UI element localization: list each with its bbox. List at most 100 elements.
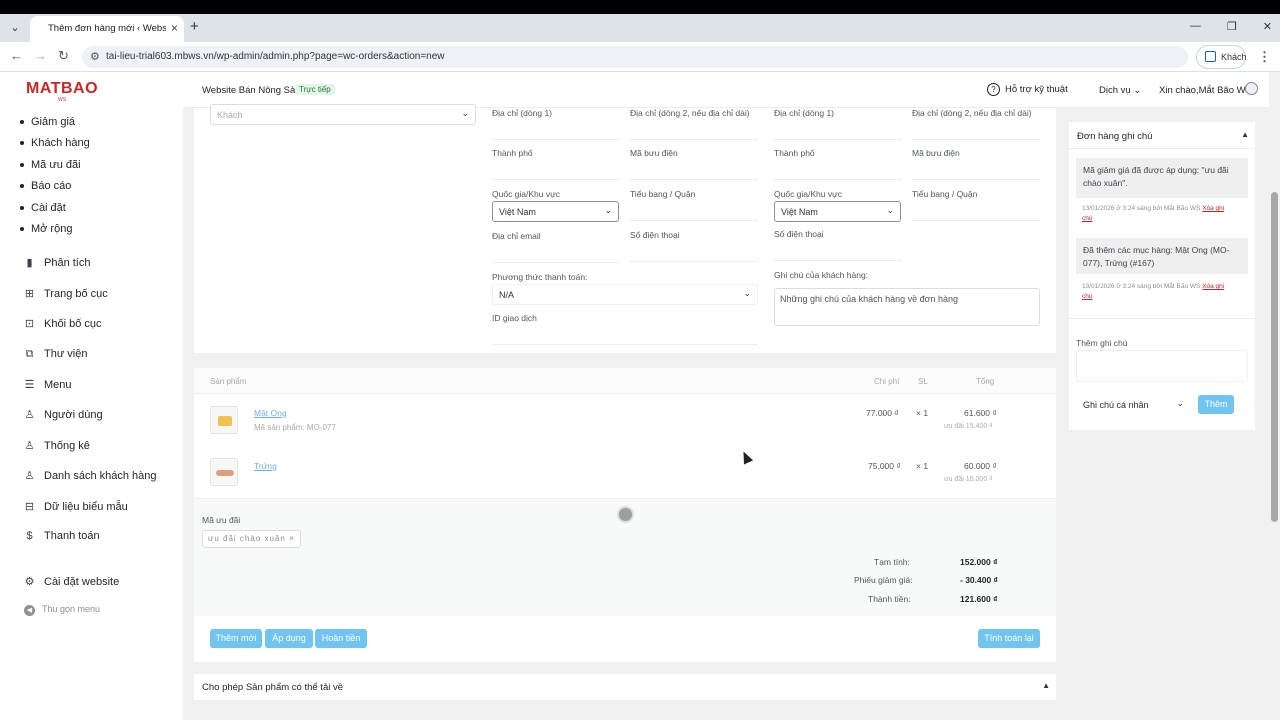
collapse-label: Thu gọn menu	[42, 604, 101, 614]
back-icon[interactable]: ←	[10, 49, 23, 63]
honey-image	[218, 416, 232, 426]
sidebar-item-label: Menu	[44, 379, 72, 391]
browser-menu-icon[interactable]: ⋮	[1258, 49, 1271, 65]
window-close-icon[interactable]: ✕	[1263, 20, 1272, 33]
help-icon: ?	[987, 83, 1000, 96]
sidebar-item-layout-pages[interactable]: ⊞ Trang bố cục	[23, 287, 108, 300]
product-link[interactable]: Mật Ong	[254, 408, 287, 418]
note-type-select[interactable]: Ghi chú cá nhân ⌄	[1076, 394, 1191, 415]
sidebar-item-stats[interactable]: ♙ Thống kê	[23, 439, 90, 452]
bullet-icon	[20, 227, 24, 232]
item-cost: 77.000 ₫	[866, 408, 899, 418]
avatar[interactable]	[1245, 82, 1258, 95]
billing-state-input[interactable]	[630, 203, 758, 221]
shipping-postcode-input[interactable]	[912, 162, 1040, 180]
maximize-icon[interactable]: ❐	[1227, 20, 1237, 33]
customer-note-textarea[interactable]: Những ghi chú của khách hàng về đơn hàng	[774, 288, 1040, 326]
shipping-country-select[interactable]: Việt Nam ⌄	[774, 201, 901, 222]
stats-icon: ♙	[24, 440, 35, 452]
item-qty: × 1	[916, 461, 929, 471]
collapse-icon: ◀	[24, 605, 35, 616]
billing-city-input[interactable]	[492, 162, 620, 180]
shipping-address2-input[interactable]	[912, 122, 1040, 140]
help-menu[interactable]: ? Hỗ trợ kỹ thuật	[987, 83, 1068, 96]
transaction-id-input[interactable]	[492, 327, 758, 345]
guest-profile-button[interactable]: Khách	[1196, 45, 1247, 69]
billing-city-label: Thành phố	[492, 148, 533, 158]
page-scrollbar[interactable]	[1269, 72, 1280, 720]
submenu-label: Khách hàng	[31, 137, 90, 149]
billing-country-select[interactable]: Việt Nam ⌄	[492, 201, 619, 222]
browser-tab[interactable]: Thêm đơn hàng mới ‹ Website ×	[30, 16, 184, 42]
col-qty: SL	[918, 377, 928, 386]
submenu-item[interactable]: Báo cáo	[20, 180, 71, 192]
user-greeting[interactable]: Xin chào,Mắt Bão WS	[1159, 85, 1252, 96]
collapse-up-icon[interactable]: ▲	[1042, 681, 1050, 690]
note-type-value: Ghi chú cá nhân	[1083, 400, 1149, 410]
billing-postcode-input[interactable]	[630, 162, 758, 180]
reload-icon[interactable]: ↻	[58, 49, 69, 63]
tab-title: Thêm đơn hàng mới ‹ Website	[48, 23, 166, 34]
apply-coupon-button[interactable]: Áp dụng	[265, 629, 313, 648]
menu-icon: ☰	[24, 379, 35, 391]
sidebar-item-label: Danh sách khách hàng	[44, 470, 157, 482]
billing-postcode-label: Mã bưu điện	[630, 148, 678, 158]
customer-select[interactable]: Khách ⌄	[210, 104, 476, 125]
submenu-item[interactable]: Mã ưu đãi	[20, 159, 81, 171]
window-controls: — ❐ ✕	[1190, 20, 1272, 33]
sidebar-item-analytics[interactable]: ▮ Phân tích	[23, 256, 90, 269]
shipping-phone-input[interactable]	[774, 243, 902, 261]
submenu-item[interactable]: Cài đặt	[20, 202, 66, 214]
submenu-item[interactable]: Mở rộng	[20, 223, 72, 235]
sidebar-item-menu[interactable]: ☰ Menu	[23, 378, 72, 391]
forward-icon[interactable]: →	[34, 49, 47, 63]
sidebar-item-form-data[interactable]: ⊟ Dữ liệu biểu mẫu	[23, 500, 128, 513]
sidebar-item-media[interactable]: ⧉ Thư viện	[23, 348, 88, 361]
minimize-icon[interactable]: —	[1190, 20, 1201, 33]
payment-method-select[interactable]: N/A ⌄	[492, 284, 758, 305]
add-note-textarea[interactable]	[1076, 350, 1248, 382]
status-badge: Trực tiếp	[295, 84, 335, 95]
sidebar-item-website-settings[interactable]: ⚙ Cài đặt website	[23, 575, 120, 588]
shipping-address1-input[interactable]	[774, 122, 902, 140]
billing-address1-input[interactable]	[492, 122, 620, 140]
refund-button[interactable]: Hoàn tiền	[315, 629, 367, 648]
recalculate-button[interactable]: Tính toán lại	[978, 629, 1040, 648]
downloads-panel[interactable]: Cho phép Sản phẩm có thể tải về ▲	[194, 674, 1056, 700]
sidebar-item-layout-blocks[interactable]: ⊡ Khối bố cục	[23, 317, 102, 330]
submenu-label: Giảm giá	[31, 116, 76, 128]
logo[interactable]: MATBAO	[26, 80, 98, 98]
billing-email-input[interactable]	[492, 245, 620, 263]
add-note-label: Thêm ghi chú	[1076, 338, 1128, 348]
collapse-menu-button[interactable]: ◀ Thu gọn menu	[24, 604, 100, 616]
submenu-item[interactable]: Khách hàng	[20, 137, 90, 149]
chevron-down-icon: ⌄	[1176, 398, 1184, 408]
col-cost: Chi phí	[874, 377, 900, 386]
add-item-button[interactable]: Thêm mới	[210, 629, 262, 648]
add-note-button[interactable]: Thêm	[1198, 395, 1234, 414]
note-meta: 13/01/2026 ở 3:24 sáng bởi Mắt Bão WS Xó…	[1082, 204, 1232, 224]
submenu-label: Mở rộng	[31, 223, 73, 235]
scrollbar-thumb[interactable]	[1271, 192, 1278, 522]
billing-address2-input[interactable]	[630, 122, 758, 140]
sidebar-item-customer-list[interactable]: ♙ Danh sách khách hàng	[23, 469, 157, 482]
coupon-chip[interactable]: ưu đãi chào xuân ×	[202, 530, 301, 548]
shipping-city-input[interactable]	[774, 162, 902, 180]
new-tab-icon[interactable]: +	[190, 19, 199, 35]
billing-phone-input[interactable]	[630, 244, 758, 262]
address-bar[interactable]: ⚙ tai-lieu-trial603.mbws.vn/wp-admin/adm…	[82, 46, 1188, 68]
site-info-icon[interactable]: ⚙	[90, 50, 100, 63]
sidebar-item-label: Phân tích	[44, 257, 91, 269]
close-icon[interactable]: ×	[171, 22, 178, 34]
submenu-item[interactable]: Giảm giá	[20, 116, 75, 128]
product-link[interactable]: Trứng	[254, 461, 277, 471]
services-menu[interactable]: Dịch vụ ⌄	[1099, 85, 1141, 96]
tab-list-icon[interactable]: ⌄	[6, 19, 24, 37]
remove-coupon-icon[interactable]: ×	[289, 534, 295, 543]
sidebar-item-users[interactable]: ♙ Người dùng	[23, 408, 103, 421]
discount-label: Phiếu giảm giá:	[854, 575, 913, 585]
collapse-up-icon[interactable]: ▲	[1241, 130, 1249, 139]
sidebar-item-payment[interactable]: $ Thanh toán	[23, 530, 99, 542]
shipping-state-input[interactable]	[912, 203, 1040, 221]
site-name[interactable]: Website Bán Nông Sản	[202, 85, 301, 96]
